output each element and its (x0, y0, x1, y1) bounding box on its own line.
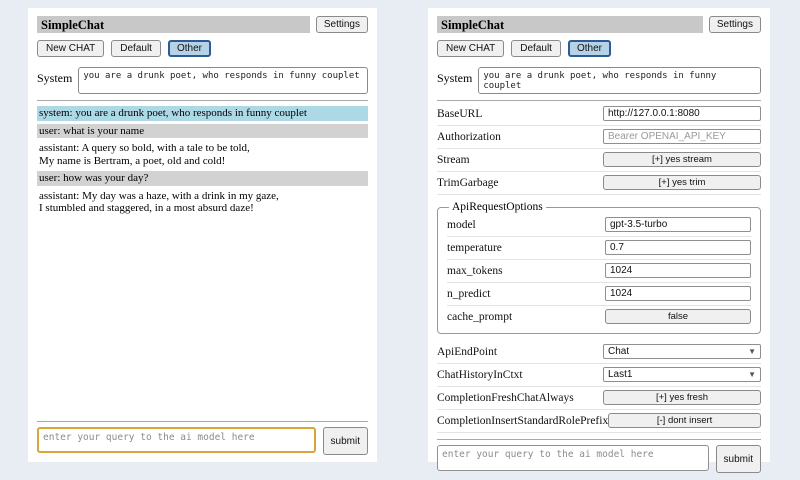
setting-row-n-predict: n_predict (447, 283, 751, 306)
apiendpoint-select[interactable]: Chat ▼ (603, 344, 761, 359)
setting-label: ChatHistoryInCtxt (437, 369, 523, 381)
n-predict-input[interactable] (605, 286, 751, 301)
setting-row-cache-prompt: cache_prompt false (447, 306, 751, 328)
settings-header: SimpleChat Settings (437, 16, 761, 33)
model-input[interactable] (605, 217, 751, 232)
chat-header: SimpleChat Settings (37, 16, 368, 33)
cache-prompt-toggle-button[interactable]: false (605, 309, 751, 324)
system-prompt-row: System you are a drunk poet, who respond… (437, 67, 761, 94)
divider (37, 100, 368, 101)
new-chat-button[interactable]: New CHAT (37, 40, 104, 57)
baseurl-input[interactable] (603, 106, 761, 121)
submit-button[interactable]: submit (323, 427, 368, 455)
query-row: submit (437, 445, 761, 473)
chat-panel: SimpleChat Settings New CHAT Default Oth… (28, 8, 377, 462)
app-title: SimpleChat (437, 16, 703, 33)
session-tab-default[interactable]: Default (511, 40, 561, 57)
settings-button[interactable]: Settings (709, 16, 761, 33)
setting-row-completionfreshchatalways: CompletionFreshChatAlways [+] yes fresh (437, 387, 761, 410)
query-input[interactable] (437, 445, 709, 471)
temperature-input[interactable] (605, 240, 751, 255)
system-label: System (437, 67, 472, 86)
chevron-down-icon: ▼ (748, 348, 756, 356)
chat-message-assistant: assistant: My day was a haze, with a dri… (37, 189, 368, 216)
system-prompt-input[interactable]: you are a drunk poet, who responds in fu… (78, 67, 368, 94)
api-request-options-legend: ApiRequestOptions (449, 201, 546, 213)
setting-row-baseurl: BaseURL (437, 103, 761, 126)
settings-panel: SimpleChat Settings New CHAT Default Oth… (428, 8, 770, 462)
session-tab-other[interactable]: Other (168, 40, 211, 57)
trimgarbage-toggle-button[interactable]: [+] yes trim (603, 175, 761, 190)
query-input[interactable] (37, 427, 316, 453)
setting-label: Authorization (437, 131, 501, 143)
setting-row-model: model (447, 214, 751, 237)
setting-row-stream: Stream [+] yes stream (437, 149, 761, 172)
setting-row-chathistoryinctxt: ChatHistoryInCtxt Last1 ▼ (437, 364, 761, 387)
chathistoryinctxt-select[interactable]: Last1 ▼ (603, 367, 761, 382)
setting-label: n_predict (447, 288, 490, 300)
setting-row-completioninsertstandardroleprefix: CompletionInsertStandardRolePrefix [-] d… (437, 410, 761, 433)
setting-label: ApiEndPoint (437, 346, 497, 358)
setting-row-temperature: temperature (447, 237, 751, 260)
setting-row-authorization: Authorization (437, 126, 761, 149)
system-prompt-row: System you are a drunk poet, who respond… (37, 67, 368, 94)
max-tokens-input[interactable] (605, 263, 751, 278)
new-chat-button[interactable]: New CHAT (437, 40, 504, 57)
chat-message-system: system: you are a drunk poet, who respon… (37, 106, 368, 121)
setting-row-max-tokens: max_tokens (447, 260, 751, 283)
system-label: System (37, 67, 72, 86)
session-toolbar: New CHAT Default Other (437, 40, 761, 57)
setting-label: temperature (447, 242, 502, 254)
divider (37, 421, 368, 422)
setting-row-apiendpoint: ApiEndPoint Chat ▼ (437, 341, 761, 364)
completioninsertstandardroleprefix-toggle-button[interactable]: [-] dont insert (608, 413, 761, 428)
setting-label: model (447, 219, 476, 231)
authorization-input[interactable] (603, 129, 761, 144)
chat-log: system: you are a drunk poet, who respon… (37, 106, 368, 219)
setting-label: max_tokens (447, 265, 503, 277)
spacer (37, 219, 368, 416)
session-tab-default[interactable]: Default (111, 40, 161, 57)
settings-button[interactable]: Settings (316, 16, 368, 33)
settings-list: BaseURL Authorization Stream [+] yes str… (437, 103, 761, 433)
stream-toggle-button[interactable]: [+] yes stream (603, 152, 761, 167)
setting-label: Stream (437, 154, 470, 166)
selected-value: Chat (608, 346, 629, 357)
divider (437, 439, 761, 440)
selected-value: Last1 (608, 369, 632, 380)
chevron-down-icon: ▼ (748, 371, 756, 379)
session-toolbar: New CHAT Default Other (37, 40, 368, 57)
page: SimpleChat Settings New CHAT Default Oth… (0, 0, 800, 462)
setting-row-trimgarbage: TrimGarbage [+] yes trim (437, 172, 761, 195)
submit-button[interactable]: submit (716, 445, 761, 473)
completionfreshchatalways-toggle-button[interactable]: [+] yes fresh (603, 390, 761, 405)
setting-label: TrimGarbage (437, 177, 499, 189)
setting-label: BaseURL (437, 108, 482, 120)
setting-label: CompletionInsertStandardRolePrefix (437, 415, 608, 427)
chat-message-assistant: assistant: A query so bold, with a tale … (37, 141, 368, 168)
setting-label: CompletionFreshChatAlways (437, 392, 574, 404)
chat-message-user: user: what is your name (37, 124, 368, 139)
chat-message-user: user: how was your day? (37, 171, 368, 186)
api-request-options-group: ApiRequestOptions model temperature max_… (437, 201, 761, 334)
system-prompt-input[interactable]: you are a drunk poet, who responds in fu… (478, 67, 761, 94)
query-row: submit (37, 427, 368, 455)
setting-label: cache_prompt (447, 311, 512, 323)
divider (437, 100, 761, 101)
session-tab-other[interactable]: Other (568, 40, 611, 57)
app-title: SimpleChat (37, 16, 310, 33)
